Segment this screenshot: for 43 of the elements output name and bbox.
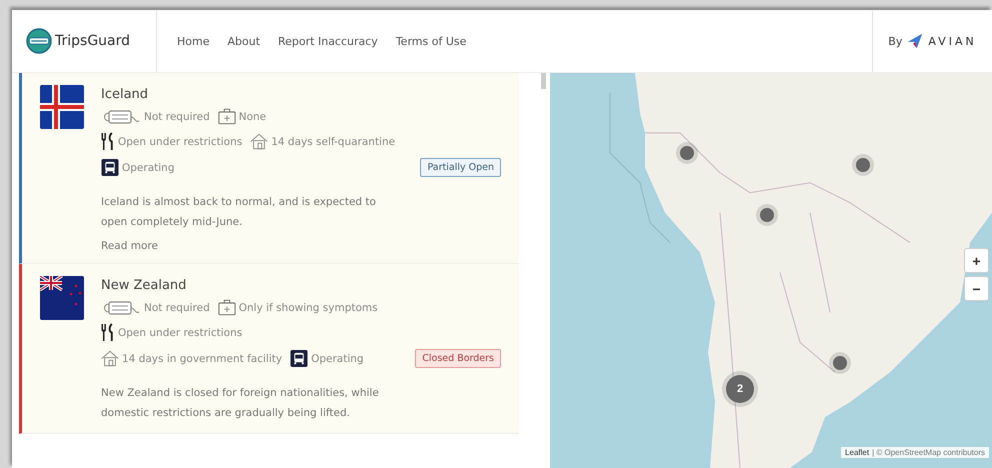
info-text: Open under restrictions: [118, 326, 242, 338]
status-badge: Partially Open: [420, 158, 501, 177]
info-text: None: [238, 110, 266, 122]
brand-name[interactable]: TripsGuard: [55, 33, 130, 49]
description-text: New Zealand is closed for foreign nationalities, while domestic restrictions are gradually being lifted.: [101, 386, 380, 421]
info-text: Operating: [122, 162, 174, 174]
partner-name[interactable]: AVIAN: [928, 34, 977, 48]
fork-knife-icon: [101, 132, 115, 151]
attribution-text: | © OpenStreetMap contributors: [872, 448, 985, 457]
nav-link[interactable]: Report Inaccuracy: [278, 34, 378, 48]
by-label: By: [888, 34, 902, 48]
face-mask-icon: [101, 108, 141, 124]
nav-link[interactable]: About: [227, 34, 260, 48]
read-more-link[interactable]: Read more: [101, 240, 158, 252]
info-text: 14 days self-quarantine: [271, 136, 396, 148]
medical-kit-icon: [218, 108, 236, 125]
flag-icon: [40, 276, 84, 320]
leaflet-link[interactable]: Leaflet: [845, 448, 870, 457]
scrollbar-thumb[interactable]: [541, 73, 546, 89]
info-text: Only if showing symptoms: [238, 302, 378, 314]
flag-icon: [40, 85, 84, 129]
face-mask-icon: [101, 300, 141, 316]
country-name: New Zealand: [101, 278, 188, 293]
info-text: Not required: [144, 110, 210, 122]
info-text: Open under restrictions: [118, 136, 242, 148]
house-icon: [101, 350, 119, 367]
country-name: Iceland: [101, 87, 150, 102]
info-text: 14 days in government facility: [122, 352, 282, 364]
info-text: Operating: [311, 352, 364, 364]
zoom-in-button[interactable]: +: [964, 248, 989, 273]
bus-icon: [290, 350, 308, 367]
status-badge: Closed Borders: [415, 349, 501, 368]
house-icon: [250, 133, 268, 150]
description-text: Iceland is almost back to normal, and is expected to open completely mid-June.: [101, 195, 377, 230]
medical-kit-icon: [218, 299, 236, 316]
nav-link[interactable]: Terms of Use: [396, 34, 466, 48]
bus-icon: [101, 159, 119, 176]
paper-plane-logo-icon: [906, 32, 924, 50]
nav-link[interactable]: Home: [177, 34, 210, 48]
fork-knife-icon: [101, 323, 115, 342]
zoom-out-button[interactable]: −: [964, 276, 989, 301]
globe-logo-icon: [26, 28, 52, 54]
info-text: Not required: [144, 302, 210, 314]
